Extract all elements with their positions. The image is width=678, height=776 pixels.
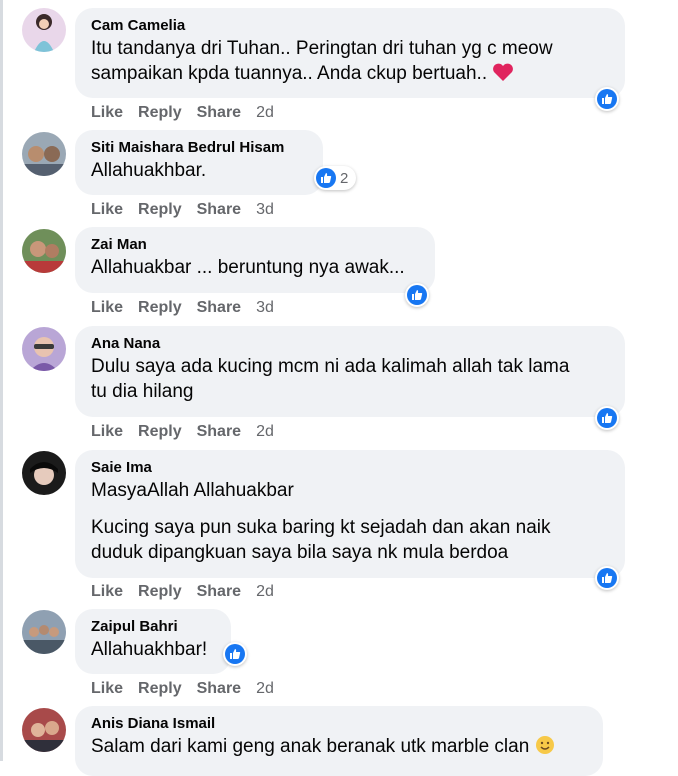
comment-author[interactable]: Siti Maishara Bedrul Hisam xyxy=(91,138,307,158)
avatar[interactable] xyxy=(22,451,66,495)
reply-button[interactable]: Reply xyxy=(138,201,182,219)
like-button[interactable]: Like xyxy=(91,104,123,122)
avatar[interactable] xyxy=(22,610,66,654)
share-button[interactable]: Share xyxy=(197,680,241,698)
reaction-badge[interactable]: 2 xyxy=(314,166,357,190)
avatar[interactable] xyxy=(22,132,66,176)
reaction-badge[interactable] xyxy=(405,283,429,307)
comment-actions: Like Reply Share 3d xyxy=(91,201,274,219)
reaction-count: 2 xyxy=(340,169,349,187)
like-button[interactable]: Like xyxy=(91,583,123,601)
like-button[interactable]: Like xyxy=(91,201,123,219)
like-icon xyxy=(597,568,617,588)
comment-actions: Like Reply Share 2d xyxy=(91,104,274,122)
heart-icon xyxy=(493,63,514,81)
reply-button[interactable]: Reply xyxy=(138,299,182,317)
comment-text: Kucing saya pun suka baring kt sejadah d… xyxy=(91,517,551,563)
reply-button[interactable]: Reply xyxy=(138,104,182,122)
comment-author[interactable]: Ana Nana xyxy=(91,334,609,354)
comment-actions: Like Reply Share 2d xyxy=(91,423,274,441)
avatar[interactable] xyxy=(22,327,66,371)
like-icon xyxy=(597,408,617,428)
comment-author[interactable]: Cam Camelia xyxy=(91,16,609,36)
comment-author[interactable]: Anis Diana Ismail xyxy=(91,714,587,734)
comment-text: MasyaAllah Allahuakbar xyxy=(91,480,294,501)
comment-bubble: Zaipul Bahri Allahuakhbar! xyxy=(75,609,231,674)
comment-author[interactable]: Saie Ima xyxy=(91,458,609,478)
like-button[interactable]: Like xyxy=(91,680,123,698)
timestamp[interactable]: 3d xyxy=(256,201,274,219)
comment-text: Dulu saya ada kucing mcm ni ada kalimah … xyxy=(91,356,570,402)
comment-text: Itu tandanya dri Tuhan.. Peringtan dri t… xyxy=(91,38,553,84)
comment-actions: Like Reply Share 3d xyxy=(91,299,274,317)
comment-author[interactable]: Zaipul Bahri xyxy=(91,617,215,637)
comment-bubble: Zai Man Allahuakbar ... beruntung nya aw… xyxy=(75,227,435,293)
comment-actions: Like Reply Share 2d xyxy=(91,583,274,601)
share-button[interactable]: Share xyxy=(197,583,241,601)
comment-text: Salam dari kami geng anak beranak utk ma… xyxy=(91,734,587,759)
like-icon xyxy=(407,285,427,305)
avatar[interactable] xyxy=(22,708,66,752)
like-button[interactable]: Like xyxy=(91,299,123,317)
comment-text: Allahuakhbar. xyxy=(91,160,207,181)
comment-bubble: Ana Nana Dulu saya ada kucing mcm ni ada… xyxy=(75,326,625,417)
avatar[interactable] xyxy=(22,229,66,273)
comment-bubble: Anis Diana Ismail Salam dari kami geng a… xyxy=(75,706,603,776)
timestamp[interactable]: 2d xyxy=(256,104,274,122)
reply-button[interactable]: Reply xyxy=(138,680,182,698)
comment-bubble: Saie Ima MasyaAllah Allahuakbar Kucing s… xyxy=(75,450,625,578)
timestamp[interactable]: 2d xyxy=(256,423,274,441)
timestamp[interactable]: 2d xyxy=(256,583,274,601)
avatar[interactable] xyxy=(22,8,66,52)
like-button[interactable]: Like xyxy=(91,423,123,441)
smiling-face-icon xyxy=(535,736,554,754)
share-button[interactable]: Share xyxy=(197,201,241,219)
reaction-badge[interactable] xyxy=(223,642,247,666)
comment-author[interactable]: Zai Man xyxy=(91,235,419,255)
comment-text: Allahuakhbar! xyxy=(91,639,208,660)
comment-bubble: Cam Camelia Itu tandanya dri Tuhan.. Per… xyxy=(75,8,625,98)
share-button[interactable]: Share xyxy=(197,299,241,317)
reaction-badge[interactable] xyxy=(595,87,619,111)
comment-actions: Like Reply Share 2d xyxy=(91,680,274,698)
like-icon xyxy=(225,644,245,664)
comment-text: Allahuakbar ... beruntung nya awak... xyxy=(91,257,405,278)
like-icon xyxy=(597,89,617,109)
reaction-badge[interactable] xyxy=(595,406,619,430)
timestamp[interactable]: 3d xyxy=(256,299,274,317)
timestamp[interactable]: 2d xyxy=(256,680,274,698)
reaction-badge[interactable] xyxy=(595,566,619,590)
like-icon xyxy=(316,168,336,188)
reply-button[interactable]: Reply xyxy=(138,583,182,601)
left-frame-border xyxy=(0,0,3,761)
reply-button[interactable]: Reply xyxy=(138,423,182,441)
share-button[interactable]: Share xyxy=(197,104,241,122)
comment-bubble: Siti Maishara Bedrul Hisam Allahuakhbar. xyxy=(75,130,323,195)
share-button[interactable]: Share xyxy=(197,423,241,441)
